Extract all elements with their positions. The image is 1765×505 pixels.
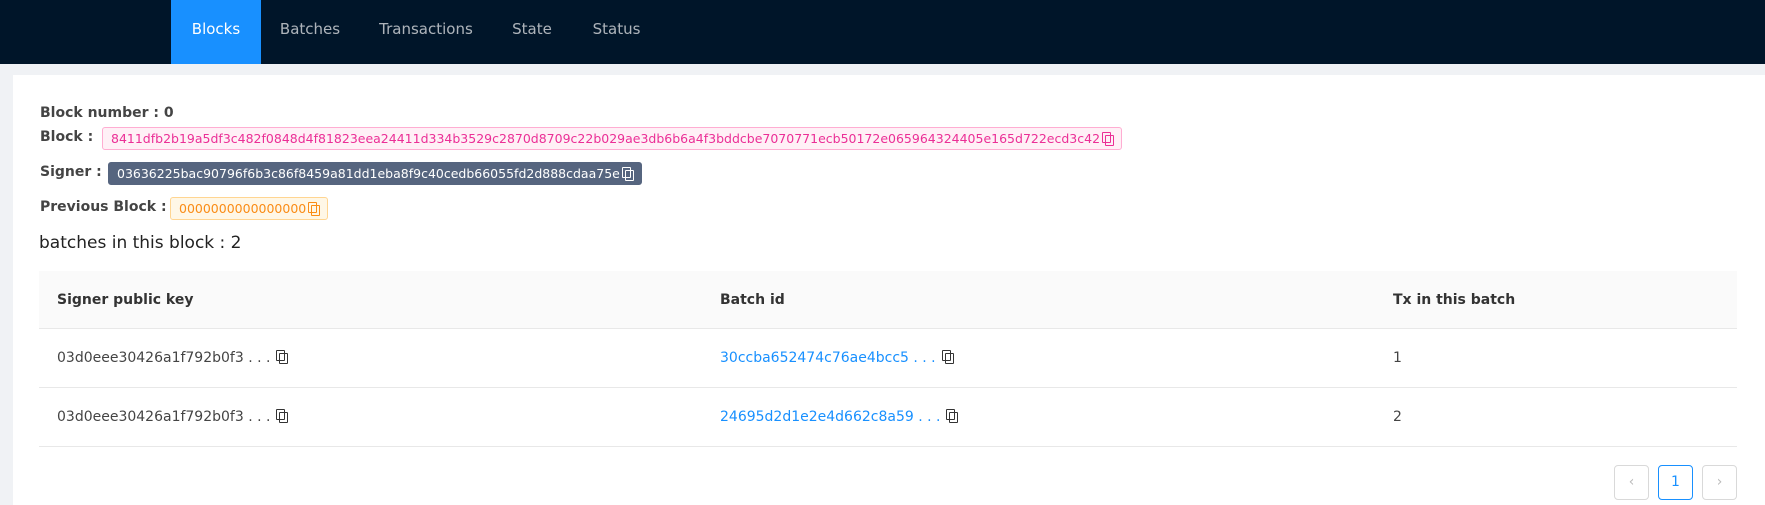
batch-id-link[interactable]: 24695d2d1e2e4d662c8a59 . . . [720, 409, 940, 425]
copy-icon[interactable] [621, 167, 634, 181]
copy-icon[interactable] [276, 350, 289, 364]
signer-cell: 03d0eee30426a1f792b0f3 . . . [57, 329, 289, 387]
column-header-batch-id[interactable]: Batch id [720, 271, 785, 329]
pagination-page-1[interactable]: 1 [1658, 465, 1693, 500]
column-header-signer[interactable]: Signer public key [57, 271, 193, 329]
signer-key-text: 03d0eee30426a1f792b0f3 . . . [57, 409, 271, 425]
table-row: 03d0eee30426a1f792b0f3 . . . 24695d2d1e2… [39, 388, 1737, 447]
nav-item-status[interactable]: Status [583, 0, 650, 64]
signer-label: Signer : [40, 164, 102, 180]
previous-block-value: 0000000000000000 [179, 201, 307, 216]
signer-key-text: 03d0eee30426a1f792b0f3 . . . [57, 350, 271, 366]
batch-id-link[interactable]: 30ccba652474c76ae4bcc5 . . . [720, 350, 936, 366]
batch-id-cell: 24695d2d1e2e4d662c8a59 . . . [720, 388, 959, 446]
signer-cell: 03d0eee30426a1f792b0f3 . . . [57, 388, 289, 446]
tx-count-cell: 1 [1393, 350, 1402, 366]
copy-icon[interactable] [946, 409, 959, 423]
nav-item-batches[interactable]: Batches [264, 0, 356, 64]
signer-tag[interactable]: 03636225bac90796f6b3c86f8459a81dd1eba8f9… [108, 162, 642, 185]
previous-block-tag[interactable]: 0000000000000000 [170, 197, 329, 220]
signer-value: 03636225bac90796f6b3c86f8459a81dd1eba8f9… [117, 166, 620, 181]
copy-icon[interactable] [1102, 132, 1115, 146]
tx-count-cell: 2 [1393, 409, 1402, 425]
column-header-tx[interactable]: Tx in this batch [1393, 271, 1515, 329]
block-label: Block : [40, 129, 94, 145]
batches-table: Signer public key Batch id Tx in this ba… [39, 271, 1737, 447]
copy-icon[interactable] [308, 202, 321, 216]
previous-block-label: Previous Block : [40, 199, 167, 215]
pagination-next-button[interactable]: › [1702, 465, 1737, 500]
block-id-value: 8411dfb2b19a5df3c482f0848d4f81823eea2441… [111, 131, 1101, 146]
pagination-prev-button[interactable]: ‹ [1614, 465, 1649, 500]
batches-section-title: batches in this block : 2 [39, 233, 242, 253]
block-number-label: Block number : 0 [40, 105, 174, 121]
nav-item-blocks[interactable]: Blocks [171, 0, 261, 64]
batch-id-cell: 30ccba652474c76ae4bcc5 . . . [720, 329, 954, 387]
nav-item-state[interactable]: State [501, 0, 563, 64]
copy-icon[interactable] [276, 409, 289, 423]
copy-icon[interactable] [941, 350, 954, 364]
block-id-tag[interactable]: 8411dfb2b19a5df3c482f0848d4f81823eea2441… [102, 127, 1123, 150]
table-row: 03d0eee30426a1f792b0f3 . . . 30ccba65247… [39, 329, 1737, 388]
nav-item-transactions[interactable]: Transactions [370, 0, 482, 64]
top-navigation: Blocks Batches Transactions State Status [0, 0, 1765, 64]
table-header: Signer public key Batch id Tx in this ba… [39, 271, 1737, 329]
